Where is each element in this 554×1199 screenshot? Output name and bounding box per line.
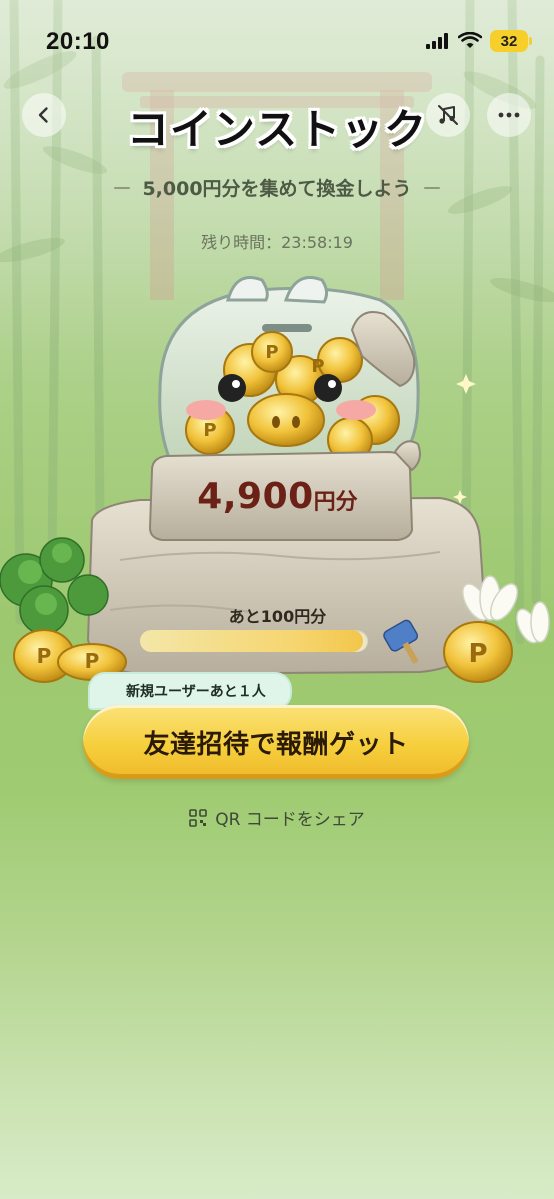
subtitle-divider-right <box>423 186 440 189</box>
progress-bar <box>140 630 368 652</box>
page-title: コインストック <box>126 105 428 154</box>
music-toggle-button[interactable] <box>426 93 470 137</box>
svg-text:P: P <box>37 644 52 668</box>
share-qr-label: QR コードをシェア <box>215 810 365 830</box>
status-bar: 20:10 32 <box>0 0 554 86</box>
battery-level: 32 <box>500 32 518 50</box>
music-off-icon <box>438 105 458 125</box>
remaining-amount-label: あと100円分 <box>228 607 327 626</box>
collected-amount: 4,900 円分 <box>150 458 405 534</box>
svg-text:P: P <box>85 649 100 673</box>
cellular-signal-icon <box>426 33 448 49</box>
amount-value: 4,900 <box>197 475 314 517</box>
qr-code-icon <box>189 808 207 827</box>
progress-fill <box>140 630 364 652</box>
more-dots-icon <box>498 112 520 118</box>
svg-text:P: P <box>265 342 278 363</box>
battery-indicator: 32 <box>490 30 532 52</box>
subtitle: 5,000円分を集めて換金しよう <box>142 178 412 200</box>
svg-text:P: P <box>468 639 487 669</box>
svg-text:P: P <box>311 356 324 377</box>
amount-unit: 円分 <box>313 490 358 515</box>
subtitle-divider-left <box>114 186 131 189</box>
subtitle-row: 5,000円分を集めて換金しよう <box>0 174 554 201</box>
more-button[interactable] <box>487 93 531 137</box>
invite-friends-button[interactable]: 友達招待で報酬ゲット <box>83 705 469 779</box>
status-icons: 32 <box>426 30 532 52</box>
status-time: 20:10 <box>46 28 110 55</box>
wifi-icon <box>458 32 482 48</box>
share-qr-code-link[interactable]: QR コードをシェア <box>0 805 554 830</box>
svg-text:P: P <box>203 420 216 441</box>
